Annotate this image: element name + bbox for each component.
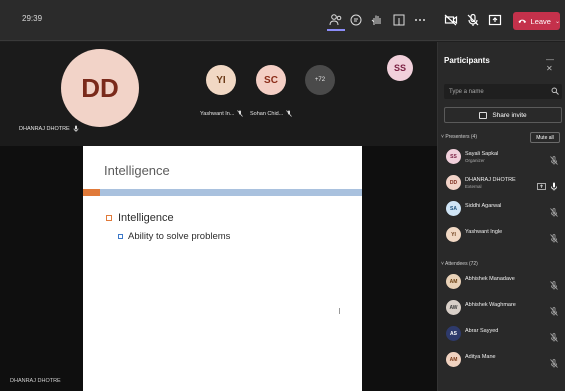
participant-role: External [465, 184, 482, 189]
avatar: DD [61, 49, 139, 127]
avatar: SS [446, 149, 461, 164]
slide-sub-bullet: Ability to solve problems [118, 231, 230, 242]
avatar[interactable]: YI [206, 65, 236, 95]
more-participants-badge[interactable]: +72 [305, 65, 335, 95]
avatar: SS [387, 55, 413, 81]
presenter-name: DHANRAJ DHOTRE [10, 378, 61, 384]
mic-off-icon[interactable] [550, 277, 558, 290]
mute-all-button[interactable]: Mute all [530, 132, 560, 143]
panel-title: Participants [444, 56, 490, 65]
rooms-icon[interactable] [390, 11, 408, 29]
mouse-cursor-icon [339, 308, 343, 314]
bullet-square-icon [118, 234, 123, 239]
close-icon[interactable]: ✕ [546, 64, 553, 73]
participant-role: Organizer [465, 158, 485, 163]
mic-icon [73, 125, 79, 132]
participant-name: Yashwant Ingle [465, 229, 503, 235]
avatar: AM [446, 274, 461, 289]
avatar: YI [446, 227, 461, 242]
avatar: AW [446, 300, 461, 315]
mic-off-icon [286, 110, 293, 117]
slide-bullet: Intelligence [106, 212, 174, 224]
avatar: DD [446, 175, 461, 190]
avatar: AM [446, 352, 461, 367]
shared-content-stage: Intelligence Intelligence Ability to sol… [0, 146, 437, 391]
bullet-square-icon [106, 215, 112, 221]
participant-row[interactable]: AS Abrar Sayyed [438, 324, 565, 346]
search-icon [551, 87, 559, 95]
presentation-slide: Intelligence Intelligence Ability to sol… [83, 146, 362, 391]
attendees-section-header[interactable]: ˅ Attendees (72) [441, 261, 478, 267]
participant-name: Yashwant In... [200, 110, 244, 117]
main-participant-tile[interactable]: DD DHANRAJ DHOTRE [9, 42, 183, 142]
avatar: AS [446, 326, 461, 341]
avatar[interactable]: SC [256, 65, 286, 95]
mic-off-icon[interactable] [550, 152, 558, 165]
participant-name: DHANRAJ DHOTRE [19, 125, 79, 132]
search-input[interactable]: Type a name [444, 84, 562, 99]
participant-name: Aditya Mane [465, 354, 496, 360]
participant-row[interactable]: AM Abhishek Manadave [438, 272, 565, 294]
participant-name: Abhishek Manadave [465, 276, 515, 282]
mic-off-icon[interactable] [464, 11, 482, 29]
more-icon[interactable] [411, 11, 429, 29]
participant-row[interactable]: SA Siddhi Agarwal [438, 199, 565, 221]
slide-rule-bar [100, 189, 362, 196]
leave-button[interactable]: Leave ⌄ [513, 12, 560, 30]
mic-off-icon[interactable] [550, 355, 558, 368]
sharing-icon [537, 178, 546, 190]
participant-row[interactable]: DD DHANRAJ DHOTRE External [438, 173, 565, 195]
participant-name: Sayali Sapkal [465, 151, 499, 157]
meeting-toolbar: 29:39 Leave ⌄ [0, 0, 565, 41]
participant-name: Abrar Sayyed [465, 328, 499, 334]
participants-panel: Participants —✕ Type a name Share invite… [437, 42, 565, 391]
avatar: SA [446, 201, 461, 216]
chat-icon[interactable] [347, 11, 365, 29]
participant-name: Abhishek Waghmare [465, 302, 516, 308]
people-icon[interactable] [327, 11, 345, 31]
mic-off-icon[interactable] [550, 204, 558, 217]
leave-label: Leave [530, 16, 551, 26]
call-timer: 29:39 [22, 14, 43, 23]
participant-name: Sohan Chid... [250, 110, 293, 117]
participant-row[interactable]: AM Aditya Mane [438, 350, 565, 372]
share-invite-icon [479, 111, 488, 119]
participant-row[interactable]: AW Abhishek Waghmare [438, 298, 565, 320]
mic-off-icon[interactable] [550, 230, 558, 243]
minimize-icon[interactable]: — [546, 55, 554, 64]
mic-off-icon[interactable] [550, 303, 558, 316]
mic-off-icon[interactable] [550, 329, 558, 342]
participant-row[interactable]: SS Sayali Sapkal Organizer [438, 147, 565, 169]
chevron-down-icon[interactable]: ⌄ [555, 18, 560, 25]
participant-name: DHANRAJ DHOTRE [465, 177, 516, 183]
share-invite-button[interactable]: Share invite [444, 107, 562, 123]
phone-icon [518, 19, 527, 24]
video-strip: DD DHANRAJ DHOTRE YI Yashwant In... SC S… [0, 42, 437, 146]
slide-accent-bar [83, 189, 100, 196]
panel-controls: —✕ [540, 55, 565, 73]
raise-hand-icon[interactable] [368, 11, 386, 29]
camera-off-icon[interactable] [442, 11, 460, 29]
mic-icon[interactable] [550, 178, 558, 191]
share-icon[interactable] [486, 11, 504, 29]
presenters-section-header[interactable]: ˅ Presenters (4) [441, 134, 477, 140]
participant-name: Siddhi Agarwal [465, 203, 502, 209]
participant-row[interactable]: YI Yashwant Ingle [438, 225, 565, 247]
mic-off-icon [237, 110, 244, 117]
self-view-tile[interactable]: SS [364, 42, 434, 102]
slide-title: Intelligence [104, 163, 170, 178]
